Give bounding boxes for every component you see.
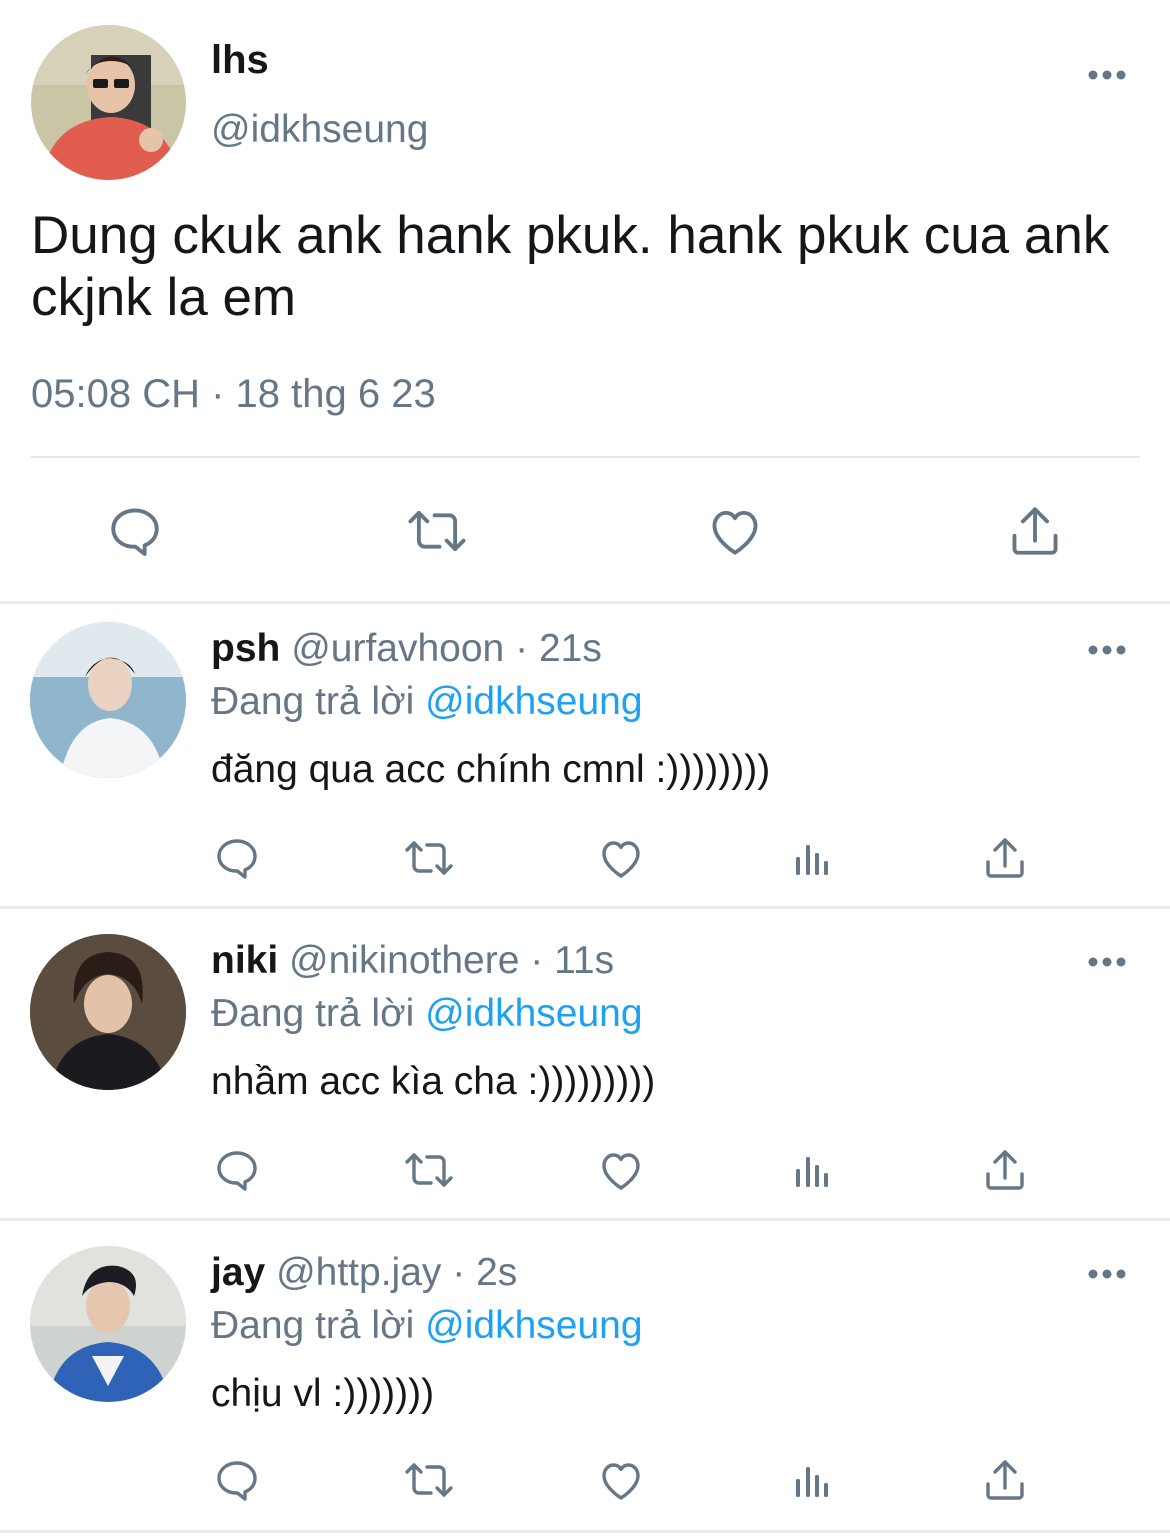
- reply-icon[interactable]: [212, 1455, 262, 1505]
- tweet-text: Dung ckuk ank hank pkuk. hank pkuk cua a…: [31, 206, 1110, 327]
- share-icon[interactable]: [980, 1455, 1030, 1505]
- reply-header: psh @urfavhoon · 21s: [211, 627, 602, 671]
- like-icon[interactable]: [704, 500, 766, 562]
- more-options-icon[interactable]: [1087, 643, 1127, 657]
- like-icon[interactable]: [595, 1145, 647, 1195]
- reply-tweet[interactable]: niki @nikinothere · 11s Đang trả lời @id…: [0, 915, 1170, 1225]
- reply-header: jay @http.jay · 2s: [211, 1251, 517, 1295]
- reply-tweet[interactable]: psh @urfavhoon · 21s Đang trả lời @idkhs…: [0, 603, 1170, 913]
- analytics-icon[interactable]: [790, 837, 834, 881]
- display-name[interactable]: psh: [211, 627, 280, 670]
- more-options-icon[interactable]: [1087, 68, 1127, 82]
- main-tweet: lhs @idkhseung Dung ckuk ank hank pkuk. …: [0, 0, 1170, 600]
- reply-icon[interactable]: [212, 833, 262, 883]
- replying-to-handle[interactable]: @idkhseung: [425, 680, 642, 723]
- retweet-icon[interactable]: [400, 1455, 458, 1505]
- share-icon[interactable]: [980, 1145, 1030, 1195]
- reply-text: chịu vl :))))))): [211, 1372, 435, 1415]
- reply-time: 11s: [554, 939, 615, 982]
- retweet-icon[interactable]: [400, 833, 458, 883]
- analytics-icon[interactable]: [790, 1459, 834, 1503]
- avatar[interactable]: [31, 25, 186, 180]
- replying-to-handle[interactable]: @idkhseung: [425, 992, 642, 1035]
- divider: [0, 906, 1170, 909]
- separator: ·: [515, 627, 529, 670]
- replying-to-handle[interactable]: @idkhseung: [425, 1304, 642, 1347]
- like-icon[interactable]: [595, 833, 647, 883]
- analytics-icon[interactable]: [790, 1149, 834, 1193]
- replying-to: Đang trả lời @idkhseung: [211, 992, 643, 1036]
- replying-to-label: Đang trả lời: [211, 680, 415, 723]
- display-name[interactable]: lhs: [211, 38, 269, 83]
- replying-to: Đang trả lời @idkhseung: [211, 1304, 643, 1348]
- divider: [0, 1218, 1170, 1221]
- tweet-timestamp: 05:08 CH · 18 thg 6 23: [31, 372, 436, 416]
- reply-tweet[interactable]: jay @http.jay · 2s Đang trả lời @idkhseu…: [0, 1227, 1170, 1537]
- reply-time: 21s: [538, 627, 602, 670]
- user-handle[interactable]: @idkhseung: [211, 108, 428, 152]
- more-options-icon[interactable]: [1087, 1267, 1127, 1281]
- share-icon[interactable]: [1004, 500, 1066, 562]
- user-handle[interactable]: @http.jay: [276, 1251, 441, 1294]
- reply-time: 2s: [476, 1251, 518, 1294]
- replying-to-label: Đang trả lời: [211, 992, 415, 1035]
- retweet-icon[interactable]: [402, 500, 472, 562]
- reply-header: niki @nikinothere · 11s: [211, 939, 614, 983]
- user-handle[interactable]: @urfavhoon: [291, 627, 504, 670]
- separator: ·: [452, 1251, 466, 1294]
- replying-to: Đang trả lời @idkhseung: [211, 680, 643, 724]
- display-name[interactable]: jay: [211, 1251, 265, 1294]
- divider: [31, 456, 1140, 458]
- reply-text: nhầm acc kìa cha :))))))))): [211, 1060, 656, 1103]
- avatar[interactable]: [30, 1246, 186, 1402]
- reply-text: đăng qua acc chính cmnl :)))))))): [211, 748, 771, 791]
- reply-icon[interactable]: [212, 1145, 262, 1195]
- separator: ·: [530, 939, 544, 982]
- avatar[interactable]: [30, 622, 186, 778]
- like-icon[interactable]: [595, 1455, 647, 1505]
- avatar[interactable]: [30, 934, 186, 1090]
- user-handle[interactable]: @nikinothere: [289, 939, 519, 982]
- more-options-icon[interactable]: [1087, 955, 1127, 969]
- share-icon[interactable]: [980, 833, 1030, 883]
- replying-to-label: Đang trả lời: [211, 1304, 415, 1347]
- retweet-icon[interactable]: [400, 1145, 458, 1195]
- reply-icon[interactable]: [104, 500, 166, 562]
- display-name[interactable]: niki: [211, 939, 278, 982]
